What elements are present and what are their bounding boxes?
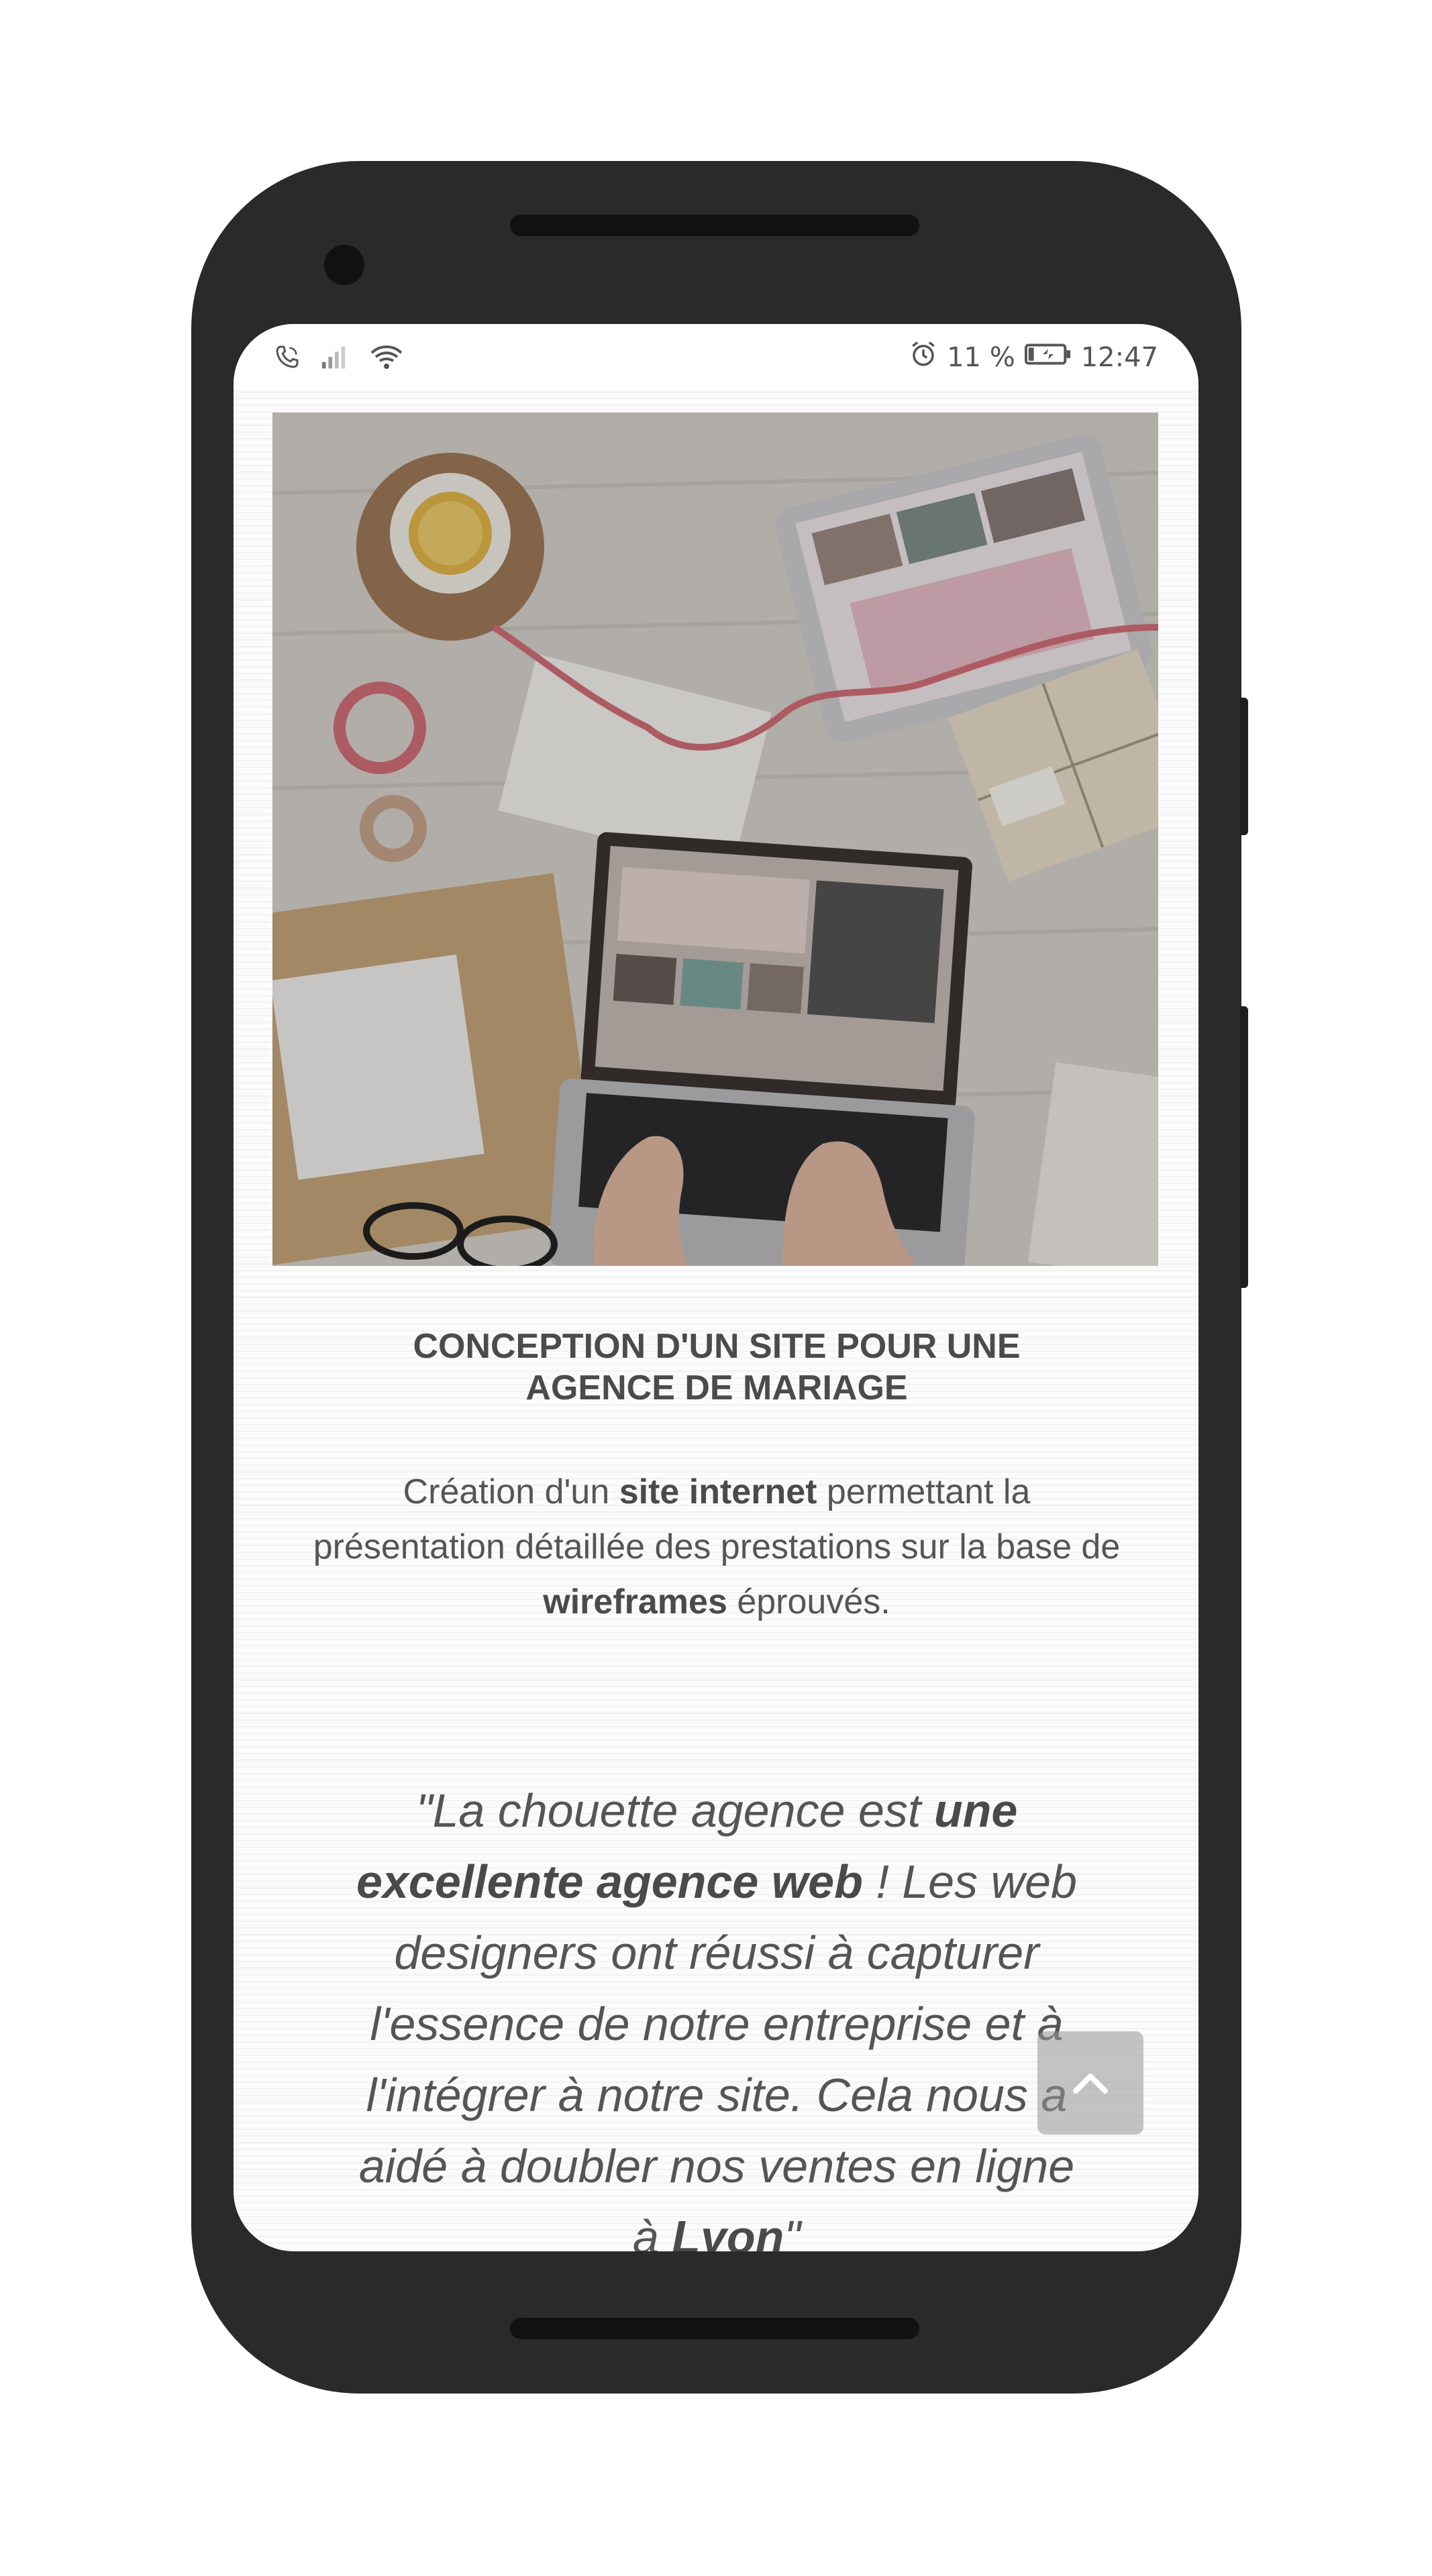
- project-title: CONCEPTION D'UN SITE POUR UNE AGENCE DE …: [274, 1326, 1160, 1409]
- project-title-line1: CONCEPTION D'UN SITE POUR UNE: [413, 1327, 1021, 1366]
- quote-emphasis-city: Lyon: [672, 2211, 784, 2251]
- phone-bottom-speaker: [510, 2318, 919, 2339]
- battery-percentage: 11 %: [947, 342, 1015, 373]
- phone-call-icon: [274, 343, 301, 373]
- front-camera: [324, 245, 364, 285]
- wifi-icon: [369, 343, 404, 374]
- signal-icon: [319, 343, 350, 373]
- project-description: Création d'un site internet permettant l…: [307, 1464, 1126, 1629]
- phone-earpiece: [510, 215, 919, 236]
- quote-text-2: ! Les web designers ont réussi à capture…: [358, 1856, 1077, 2251]
- desc-text-3: éprouvés.: [727, 1582, 890, 1621]
- desc-keyword-wireframes: wireframes: [543, 1582, 727, 1621]
- quote-text-1: "La chouette agence est: [415, 1784, 934, 1837]
- hero-image: [272, 413, 1158, 1266]
- desc-keyword-site: site internet: [619, 1472, 817, 1511]
- page-content: CONCEPTION D'UN SITE POUR UNE AGENCE DE …: [234, 391, 1198, 2251]
- status-bar: 11 % 12:47: [234, 324, 1198, 391]
- phone-screen: 11 % 12:47 CONCEPTION D'UN SITE POUR UNE…: [234, 324, 1198, 2251]
- power-button: [1240, 698, 1248, 835]
- desc-text-1: Création d'un: [403, 1472, 619, 1511]
- battery-icon: [1024, 342, 1072, 373]
- chevron-up-icon: [1073, 2074, 1108, 2094]
- clock: 12:47: [1080, 342, 1158, 373]
- testimonial-quote: "La chouette agence est une excellente a…: [354, 1775, 1079, 2251]
- project-title-line2: AGENCE DE MARIAGE: [525, 1368, 908, 1407]
- quote-text-3: ": [784, 2211, 801, 2251]
- alarm-icon: [909, 340, 937, 375]
- volume-button: [1240, 1006, 1248, 1288]
- scroll-to-top-button[interactable]: [1037, 2031, 1143, 2135]
